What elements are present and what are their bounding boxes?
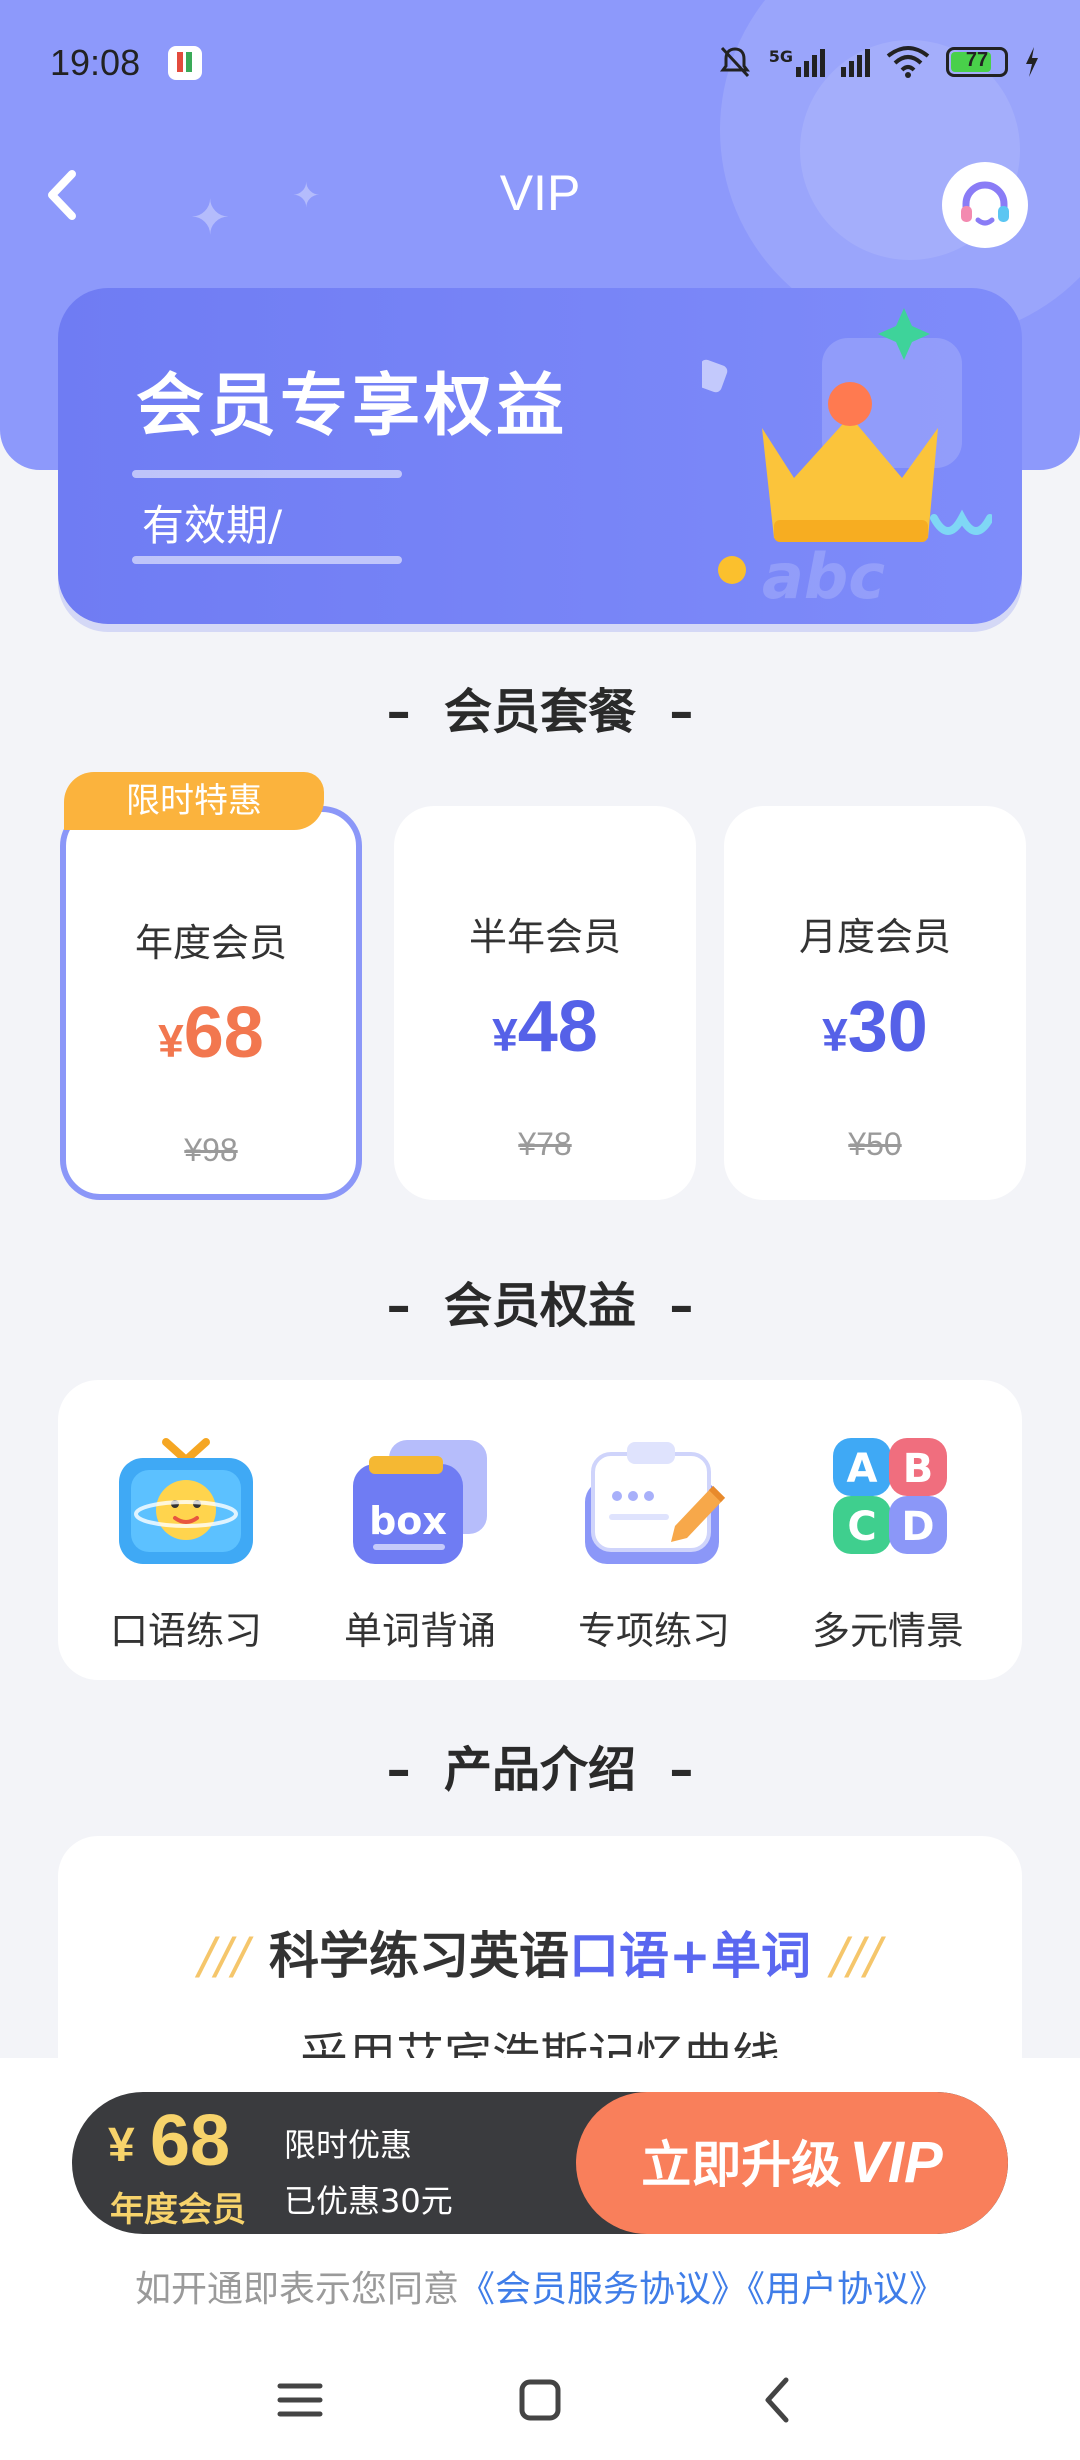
- plan-name: 月度会员: [798, 915, 951, 959]
- purchase-bar: ¥ 68 年度会员 限时优惠 已优惠30元 立即升级 VIP: [72, 2092, 1008, 2234]
- divider: [132, 556, 402, 564]
- plan-name: 年度会员: [134, 921, 287, 965]
- plan-name: 半年会员: [468, 915, 621, 959]
- vip-benefits-banner: 会员专享权益 有效期/ abc: [58, 288, 1022, 624]
- currency-symbol: ¥: [492, 1009, 518, 1061]
- upgrade-label: 立即升级: [641, 2136, 842, 2194]
- limited-offer-badge: 限时特惠: [64, 772, 324, 830]
- validity-text: 有效期/: [142, 501, 283, 550]
- section-title-text: 会员套餐: [443, 684, 636, 740]
- section-title-intro: – 产品介绍 –: [0, 1730, 1080, 1800]
- section-title-benefits: – 会员权益 –: [0, 1266, 1080, 1336]
- currency-symbol: ¥: [158, 1015, 184, 1067]
- intro-headline: /// 科学练习英语口语+单词 ///: [58, 1916, 1022, 1988]
- dash-right: –: [636, 1742, 694, 1798]
- box-icon: box: [353, 1440, 487, 1564]
- plan-original-price: ¥78: [518, 1126, 572, 1162]
- discount-label: 已优惠30元: [284, 2182, 453, 2220]
- headset-icon: [961, 181, 1009, 226]
- benefits-panel: 口语练习 box 单词背诵 专项练习 A B C D 多元情景: [58, 1380, 1022, 1680]
- abcd-blocks-icon: A B C D: [833, 1438, 947, 1554]
- plan-original-price: ¥98: [184, 1132, 238, 1168]
- cell-signal-icon: 5G: [769, 47, 825, 77]
- benefit-label: 专项练习: [577, 1609, 730, 1653]
- price-value: 48: [517, 987, 598, 1067]
- plan-card-half-year[interactable]: 半年会员 ¥48 ¥78: [394, 806, 696, 1200]
- section-title-text: 会员权益: [443, 1278, 636, 1334]
- customer-service-button[interactable]: [942, 162, 1028, 248]
- benefit-item-practice[interactable]: 专项练习: [554, 1430, 754, 1655]
- plan-original-price: ¥50: [848, 1126, 902, 1162]
- network-type: 5G: [768, 47, 793, 66]
- charging-icon: [1026, 47, 1038, 77]
- divider: [132, 470, 402, 478]
- benefit-label: 多元情景: [811, 1609, 964, 1653]
- plan-card-annual[interactable]: 年度会员 ¥68 ¥98: [60, 806, 362, 1200]
- price-value: 30: [847, 987, 928, 1067]
- home-icon[interactable]: [500, 2360, 580, 2440]
- cell-signal-icon: [841, 47, 870, 77]
- selected-plan-name: 年度会员: [110, 2190, 246, 2230]
- price-value: 68: [183, 993, 264, 1073]
- dash-right: –: [636, 1278, 694, 1334]
- section-title-text: 产品介绍: [443, 1742, 636, 1798]
- dash-right: –: [636, 684, 694, 740]
- plan-price: ¥48: [394, 986, 696, 1068]
- upgrade-vip-text: VIP: [849, 2130, 943, 2195]
- decor-slashes: ///: [830, 1927, 882, 1985]
- back-nav-icon[interactable]: [740, 2360, 820, 2440]
- benefit-item-speaking[interactable]: 口语练习: [86, 1430, 286, 1655]
- status-icons: 5G 77: [717, 44, 1040, 80]
- currency-symbol: ¥: [108, 2119, 135, 2172]
- product-intro-card: ///科学练习英语口语+单词/// 采用艾宾浩斯记忆曲线: [58, 1836, 1022, 2096]
- service-agreement-link[interactable]: 《会员服务协议》: [459, 2269, 747, 2310]
- svg-text:box: box: [369, 1499, 447, 1543]
- tv-icon: [119, 1438, 253, 1564]
- headline-text: 科学练习英语: [269, 1927, 570, 1985]
- svg-text:C: C: [847, 1504, 876, 1550]
- plan-price: ¥30: [724, 986, 1026, 1068]
- headline-highlight: 口语+单词: [569, 1927, 811, 1985]
- upgrade-vip-button[interactable]: 立即升级 VIP: [576, 2092, 1008, 2234]
- section-title-plans: – 会员套餐 –: [0, 672, 1080, 742]
- dash-left: –: [386, 684, 444, 740]
- svg-text:abc: abc: [762, 540, 885, 608]
- status-bar: 19:08 5G 77: [0, 30, 1080, 110]
- battery-icon: 77: [946, 47, 1008, 77]
- svg-text:D: D: [901, 1504, 934, 1550]
- system-nav-bar: [0, 2340, 1080, 2460]
- menu-icon[interactable]: [260, 2360, 340, 2440]
- nav-bar: VIP: [0, 150, 1080, 248]
- plan-price: ¥68: [66, 992, 356, 1074]
- app-notification-icon: [168, 46, 202, 80]
- user-agreement-link[interactable]: 《用户协议》: [747, 2269, 945, 2310]
- battery-level: 77: [965, 49, 989, 71]
- plan-card-monthly[interactable]: 月度会员 ¥30 ¥50: [724, 806, 1026, 1200]
- wifi-icon: [886, 46, 930, 78]
- agreement-prefix: 如开通即表示您同意: [134, 2269, 459, 2310]
- benefit-item-scenarios[interactable]: A B C D 多元情景: [788, 1430, 988, 1655]
- mute-bell-icon: [719, 46, 750, 78]
- svg-text:A: A: [847, 1446, 878, 1492]
- benefit-label: 单词背诵: [343, 1609, 496, 1653]
- promo-label: 限时优惠: [284, 2126, 413, 2164]
- currency-symbol: ¥: [822, 1009, 848, 1061]
- clipboard-icon: [585, 1442, 726, 1564]
- status-time: 19:08: [50, 42, 141, 83]
- crown-icon: abc: [702, 308, 992, 608]
- dash-left: –: [386, 1742, 444, 1798]
- dash-left: –: [386, 1278, 444, 1334]
- agreement-text: 如开通即表示您同意《会员服务协议》《用户协议》: [0, 2260, 1080, 2312]
- benefit-label: 口语练习: [109, 1609, 262, 1653]
- page-title: VIP: [499, 165, 581, 221]
- decor-slashes: ///: [198, 1927, 250, 1985]
- banner-title: 会员专享权益: [136, 367, 569, 446]
- svg-text:B: B: [903, 1446, 934, 1492]
- benefit-item-vocabulary[interactable]: box 单词背诵: [320, 1430, 520, 1655]
- selected-price: 68: [150, 2101, 231, 2181]
